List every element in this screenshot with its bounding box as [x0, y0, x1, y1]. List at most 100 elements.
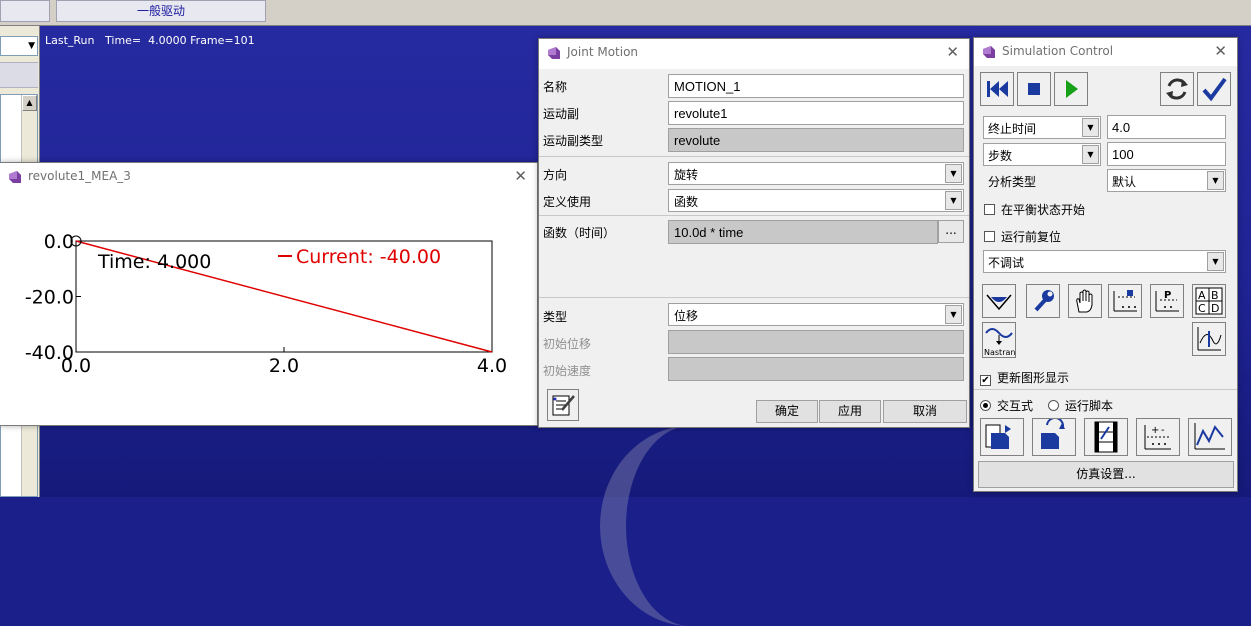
chevron-down-icon[interactable]: ▼ — [1207, 252, 1224, 271]
chevron-down-icon[interactable]: ▼ — [945, 191, 962, 210]
folder-save-icon — [1041, 416, 1065, 449]
animation-button[interactable] — [1084, 418, 1128, 456]
wrench-button[interactable] — [1026, 284, 1060, 318]
table-plot-icon: + - — [1144, 425, 1171, 450]
chevron-down-icon[interactable]: ▼ — [945, 164, 962, 183]
save-results-button[interactable] — [1032, 416, 1076, 456]
measure-button[interactable] — [982, 284, 1016, 318]
sim-titlebar: Simulation Control ✕ — [974, 38, 1237, 66]
define-label: 定义使用 — [543, 195, 592, 209]
simulation-settings-button[interactable]: 仿真设置... — [978, 461, 1234, 488]
joint-field[interactable]: revolute1 — [668, 101, 964, 125]
type-label: 类型 — [543, 310, 568, 324]
hand-button[interactable] — [1068, 284, 1102, 318]
reset-button[interactable] — [1160, 72, 1194, 106]
current-label: Current: -40.00 — [296, 246, 441, 268]
radio-dot[interactable] — [1048, 400, 1059, 411]
edit-note-icon — [552, 395, 575, 416]
direction-select[interactable]: 旋转 ▼ — [668, 162, 964, 185]
cancel-button[interactable]: 取消 — [883, 400, 967, 423]
confirm-button[interactable] — [1197, 72, 1231, 106]
chevron-down-icon[interactable]: ▼ — [1082, 145, 1099, 164]
sensor-button[interactable] — [1108, 284, 1142, 318]
define-value: 函数 — [674, 195, 699, 209]
function-builder-button[interactable]: ... — [938, 220, 964, 243]
run-script-radio[interactable]: 运行脚本 — [1048, 397, 1113, 414]
apply-button[interactable]: 应用 — [819, 400, 881, 423]
debug-value: 不调试 — [988, 256, 1025, 270]
chevron-down-icon: ▼ — [28, 41, 35, 51]
x-tick-label: 2.0 — [269, 355, 299, 377]
measure-icon — [986, 294, 1012, 311]
checkbox-box[interactable] — [984, 231, 995, 242]
left-band — [0, 62, 38, 88]
chevron-down-icon[interactable]: ▼ — [1082, 118, 1099, 137]
function-field[interactable]: 10.0d * time — [668, 220, 938, 244]
status-readout: Last_Run Time= 4.0000 Frame=101 — [45, 34, 255, 47]
steps-mode-select[interactable]: 步数 ▼ — [983, 143, 1101, 166]
edit-note-button[interactable] — [547, 389, 579, 421]
init-vel-label: 初始速度 — [543, 364, 592, 378]
direction-label: 方向 — [543, 168, 568, 182]
close-icon[interactable]: ✕ — [1214, 42, 1227, 60]
svg-text:A: A — [1198, 289, 1206, 302]
play-button[interactable] — [1054, 72, 1088, 106]
interactive-radio[interactable]: 交互式 — [980, 397, 1033, 414]
divider — [974, 389, 1237, 390]
end-time-field[interactable]: 4.0 — [1107, 115, 1226, 139]
postprocessor-button[interactable] — [1188, 418, 1232, 456]
steps-field[interactable]: 100 — [1107, 142, 1226, 166]
nastran-icon: Nastran — [984, 328, 1015, 357]
chevron-down-icon[interactable]: ▼ — [1207, 171, 1224, 190]
run-name: Last_Run — [45, 34, 95, 47]
abcd-button[interactable]: ABCD — [1192, 284, 1226, 318]
name-field[interactable]: MOTION_1 — [668, 74, 964, 98]
line-chart-icon — [1194, 423, 1225, 450]
svg-text:C: C — [1198, 302, 1206, 315]
open-results-button[interactable] — [980, 418, 1024, 456]
sensor-icon — [1113, 290, 1137, 312]
analysis-type-select[interactable]: 默认 ▼ — [1107, 169, 1226, 192]
scroll-up-icon[interactable]: ▲ — [22, 95, 37, 111]
top-left-button[interactable] — [0, 0, 50, 22]
nastran-label: Nastran — [984, 348, 1015, 357]
plot-window-title: revolute1_MEA_3 — [28, 169, 131, 183]
nastran-button[interactable]: Nastran — [982, 322, 1016, 358]
checkbox-box[interactable]: ✔ — [980, 375, 991, 386]
checkbox-box[interactable] — [984, 204, 995, 215]
radio-dot[interactable] — [980, 400, 991, 411]
steps-mode-value: 步数 — [988, 149, 1013, 163]
ok-button[interactable]: 确定 — [756, 400, 818, 423]
define-select[interactable]: 函数 ▼ — [668, 189, 964, 212]
time-label: Time: 4.000 — [97, 251, 211, 273]
debug-select[interactable]: 不调试 ▼ — [983, 250, 1226, 273]
joint-type-label: 运动副类型 — [543, 134, 604, 148]
adams-logo-icon — [9, 171, 21, 183]
svg-text:B: B — [1211, 289, 1219, 302]
plot-canvas: 0.0 2.0 4.00.0-20.0-40.0 Time: 4.000 Curre… — [25, 231, 507, 377]
stop-button[interactable] — [1017, 72, 1051, 106]
svg-text:-: - — [1161, 425, 1165, 436]
stop-icon — [1028, 83, 1040, 95]
plot-results-button[interactable] — [1192, 322, 1226, 356]
abcd-icon: A BC D — [1195, 287, 1223, 315]
table-results-button[interactable]: + - — [1136, 418, 1180, 456]
play-icon — [1066, 80, 1078, 98]
reset-before-run-checkbox[interactable]: 运行前复位 — [984, 228, 1061, 245]
type-value: 位移 — [674, 309, 699, 323]
chevron-down-icon[interactable]: ▼ — [945, 305, 962, 324]
type-select[interactable]: 位移 ▼ — [668, 303, 964, 326]
end-mode-value: 终止时间 — [988, 122, 1037, 136]
left-combo[interactable]: ▼ — [0, 36, 38, 56]
close-icon[interactable]: ✕ — [946, 43, 959, 61]
rewind-button[interactable] — [980, 72, 1014, 106]
update-graphics-checkbox[interactable]: ✔ 更新图形显示 — [980, 369, 1069, 386]
equilibrium-checkbox[interactable]: 在平衡状态开始 — [984, 201, 1085, 218]
close-icon[interactable]: ✕ — [514, 167, 527, 185]
plot-titlebar: revolute1_MEA_3 ✕ — [0, 163, 537, 191]
end-mode-select[interactable]: 终止时间 ▼ — [983, 116, 1101, 139]
general-driver-button[interactable]: 一般驱动 — [56, 0, 266, 22]
parameter-button[interactable]: P — [1150, 284, 1184, 318]
analysis-type-value: 默认 — [1112, 175, 1137, 189]
divider — [539, 156, 969, 157]
